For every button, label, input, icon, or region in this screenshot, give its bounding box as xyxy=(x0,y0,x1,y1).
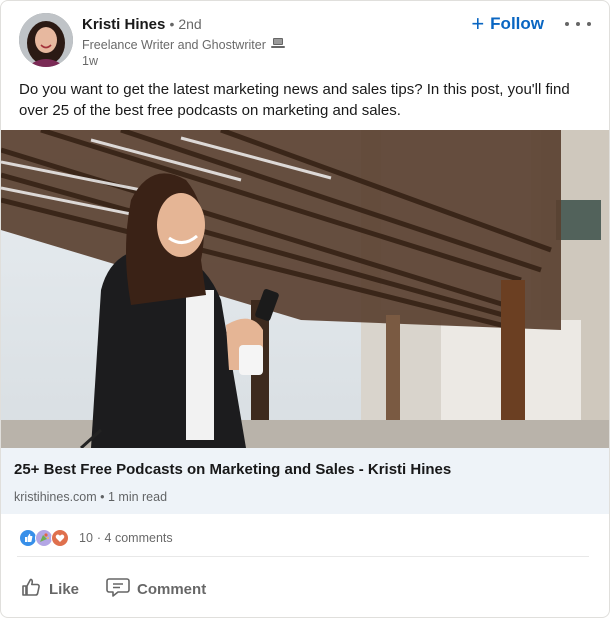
follow-label: Follow xyxy=(490,14,544,33)
comment-label: Comment xyxy=(137,580,207,598)
like-button[interactable]: Like xyxy=(15,571,83,607)
name-line: Kristi Hines • 2nd xyxy=(82,14,285,35)
social-counts: 10 · 4 comments xyxy=(19,528,173,548)
author-headline-row: Freelance Writer and Ghostwriter xyxy=(82,37,285,53)
post-header: Kristi Hines • 2nd Freelance Writer and … xyxy=(19,13,593,71)
divider xyxy=(17,556,589,557)
reaction-count[interactable]: 10 xyxy=(79,531,93,545)
avatar[interactable] xyxy=(19,13,73,67)
post-text: Do you want to get the latest marketing … xyxy=(19,81,570,119)
plus-icon: + xyxy=(471,11,485,36)
author-name[interactable]: Kristi Hines xyxy=(82,16,165,33)
post-time: 1w xyxy=(82,54,98,68)
more-icon[interactable] xyxy=(565,15,591,33)
action-bar: Like Comment xyxy=(15,571,210,607)
reactions-summary[interactable] xyxy=(19,529,69,547)
author-headline: Freelance Writer and Ghostwriter xyxy=(82,38,266,52)
thumb-up-icon xyxy=(19,575,43,603)
link-subtitle: kristihines.com • 1 min read xyxy=(14,490,168,504)
laptop-icon xyxy=(270,37,285,53)
post-image[interactable] xyxy=(1,130,609,448)
comment-icon xyxy=(105,575,131,603)
comments-count[interactable]: · 4 comments xyxy=(97,531,173,545)
link-preview[interactable]: 25+ Best Free Podcasts on Marketing and … xyxy=(1,448,609,514)
follow-button[interactable]: + Follow xyxy=(471,13,544,35)
love-reaction-icon xyxy=(51,529,69,547)
author-meta: Kristi Hines • 2nd Freelance Writer and … xyxy=(82,14,285,69)
comment-button[interactable]: Comment xyxy=(101,571,210,607)
link-title[interactable]: 25+ Best Free Podcasts on Marketing and … xyxy=(14,461,451,478)
feed-post: Kristi Hines • 2nd Freelance Writer and … xyxy=(0,0,610,618)
like-label: Like xyxy=(49,580,80,598)
connection-degree: • 2nd xyxy=(169,16,202,32)
